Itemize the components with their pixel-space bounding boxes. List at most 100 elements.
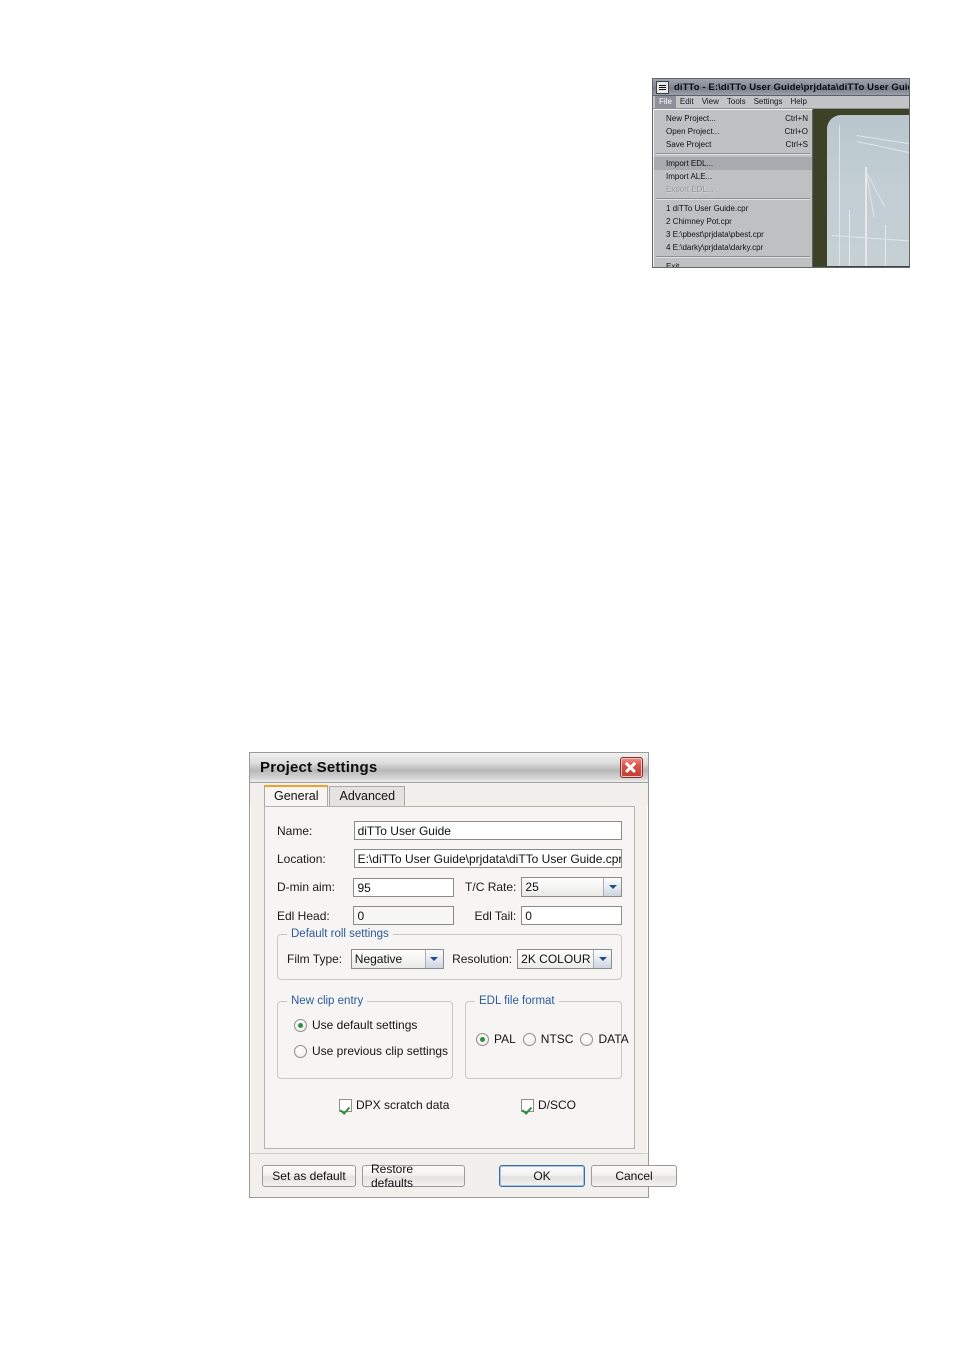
menu-item-label: 1 diTTo User Guide.cpr [666,204,749,213]
radio-indicator [294,1044,307,1058]
menu-separator [656,198,810,200]
menu-item-label: Open Project... [666,127,720,136]
menu-item-label: 4 E:\darky\prjdata\darky.cpr [666,243,764,252]
checkbox-label: D/SCO [538,1098,577,1112]
menu-item-recent-4[interactable]: 4 E:\darky\prjdata\darky.cpr [654,241,812,254]
chevron-down-icon[interactable] [593,950,612,968]
menubar-item-tools[interactable]: Tools [723,96,750,108]
new-clip-entry-group: New clip entry Use default settings Use … [277,995,453,1079]
menu-item-import-ale[interactable]: Import ALE... [654,170,812,183]
menu-item-open-project[interactable]: Open Project... Ctrl+O [654,125,812,138]
menu-item-exit[interactable]: Exit [654,260,812,268]
menu-item-label: Exit [666,262,680,268]
menu-separator [656,256,810,258]
radio-use-default-settings[interactable]: Use default settings [294,1018,417,1032]
checkbox-indicator [521,1098,534,1112]
location-row: Location: E:\diTTo User Guide\prjdata\di… [277,849,622,868]
film-type-value: Negative [354,952,403,966]
default-roll-settings-title: Default roll settings [287,928,393,940]
menu-separator [656,153,810,155]
name-row: Name: diTTo User Guide [277,821,622,840]
restore-defaults-button[interactable]: Restore defaults [362,1162,465,1190]
radio-indicator [580,1032,594,1046]
menu-item-new-project[interactable]: New Project... Ctrl+N [654,112,812,125]
menu-item-recent-1[interactable]: 1 diTTo User Guide.cpr [654,202,812,215]
film-type-label: Film Type: [287,952,343,966]
menu-item-import-edl[interactable]: Import EDL... [654,157,812,170]
edl-head-label: Edl Head: [277,908,330,923]
dmin-aim-label: D-min aim: [277,880,336,894]
default-roll-settings-group: Default roll settings Film Type: Negativ… [277,928,622,980]
radio-pal[interactable]: PAL [476,1032,516,1046]
menu-item-label: 3 E:\pbest\prjdata\pbest.cpr [666,230,764,239]
menubar-item-file[interactable]: File [655,96,676,108]
radio-indicator [476,1032,489,1046]
name-label: Name: [277,823,313,838]
menubar-item-settings[interactable]: Settings [750,96,787,108]
new-clip-entry-title: New clip entry [287,995,368,1007]
ok-button[interactable]: OK [499,1164,585,1187]
hamburger-icon[interactable] [656,80,669,94]
dialog-footer: Set as default Restore defaults OK Cance… [250,1153,677,1197]
file-dropdown-menu: New Project... Ctrl+N Open Project... Ct… [653,109,813,268]
menu-item-recent-3[interactable]: 3 E:\pbest\prjdata\pbest.cpr [654,228,812,241]
dialog-tab-strip: General Advanced [250,783,648,806]
menu-item-label: Export EDL... [666,185,714,194]
menu-item-label: Import ALE... [666,172,713,181]
menu-item-label: 2 Chimney Pot.cpr [666,217,732,226]
chevron-down-icon[interactable] [424,950,443,968]
name-input[interactable]: diTTo User Guide [353,821,622,840]
tc-rate-label: T/C Rate: [465,880,517,894]
resolution-select[interactable]: 2K COLOUR [517,949,613,969]
edl-file-format-group: EDL file format PAL NTSC DATA [465,995,629,1079]
app-menu-bar: File Edit View Tools Settings Help [653,96,909,109]
checkbox-indicator [339,1098,352,1112]
tc-rate-select[interactable]: 25 [521,877,622,897]
radio-ntsc[interactable]: NTSC [522,1032,574,1046]
menubar-item-view[interactable]: View [698,96,723,108]
menu-item-export-edl: Export EDL... [654,183,812,196]
radio-use-previous-clip-settings[interactable]: Use previous clip settings [294,1044,448,1058]
checkbox-dpx-scratch-data[interactable]: DPX scratch data [339,1098,521,1112]
set-as-default-button[interactable]: Set as default [262,1164,356,1187]
edl-head-input[interactable]: 0 [353,906,455,925]
menu-item-recent-2[interactable]: 2 Chimney Pot.cpr [654,215,812,228]
radio-data[interactable]: DATA [580,1032,629,1046]
location-input[interactable]: E:\diTTo User Guide\prjdata\diTTo User G… [353,849,622,868]
menu-item-label: Save Project [666,140,712,149]
dialog-title: Project Settings [260,759,378,776]
dialog-title-bar: Project Settings [250,753,648,783]
edl-head-tail-row: Edl Head: 0 Edl Tail: 0 [277,906,622,925]
radio-indicator [294,1018,307,1032]
dmin-tcrate-row: D-min aim: 95 T/C Rate: 25 [277,877,622,897]
radio-label: NTSC [540,1032,574,1046]
cancel-button[interactable]: Cancel [591,1164,677,1187]
menu-item-label: Import EDL... [666,159,714,168]
app-client-area: New Project... Ctrl+N Open Project... Ct… [653,109,909,268]
dmin-aim-input[interactable]: 95 [353,877,455,897]
radio-label: Use default settings [312,1018,418,1032]
tc-rate-value: 25 [525,880,539,894]
menubar-item-edit[interactable]: Edit [676,96,698,108]
menubar-item-help[interactable]: Help [786,96,810,108]
tab-advanced[interactable]: Advanced [329,786,406,806]
radio-label: Use previous clip settings [312,1044,449,1058]
edl-tail-input[interactable]: 0 [521,906,622,925]
project-settings-dialog: Project Settings General Advanced Name: … [249,752,677,1198]
general-tab-panel: Name: diTTo User Guide Location: E:\diTT… [264,806,635,1149]
tab-general[interactable]: General [264,785,329,806]
location-label: Location: [277,851,326,866]
menu-item-accelerator: Ctrl+O [784,127,808,136]
menu-item-label: New Project... [666,114,716,123]
radio-indicator [522,1032,536,1046]
menu-item-save-project[interactable]: Save Project Ctrl+S [654,138,812,151]
film-type-select[interactable]: Negative [350,949,444,969]
radio-label: PAL [494,1032,516,1046]
resolution-value: 2K COLOUR [521,952,591,966]
checkbox-dsco[interactable]: D/SCO [521,1098,576,1112]
edl-file-format-title: EDL file format [475,995,559,1007]
chevron-down-icon[interactable] [603,878,621,896]
close-icon[interactable] [620,757,643,778]
app-window-title: diTTo - E:\diTTo User Guide\prjdata\diTT… [674,81,910,93]
film-frame-thumbnail [814,109,909,266]
